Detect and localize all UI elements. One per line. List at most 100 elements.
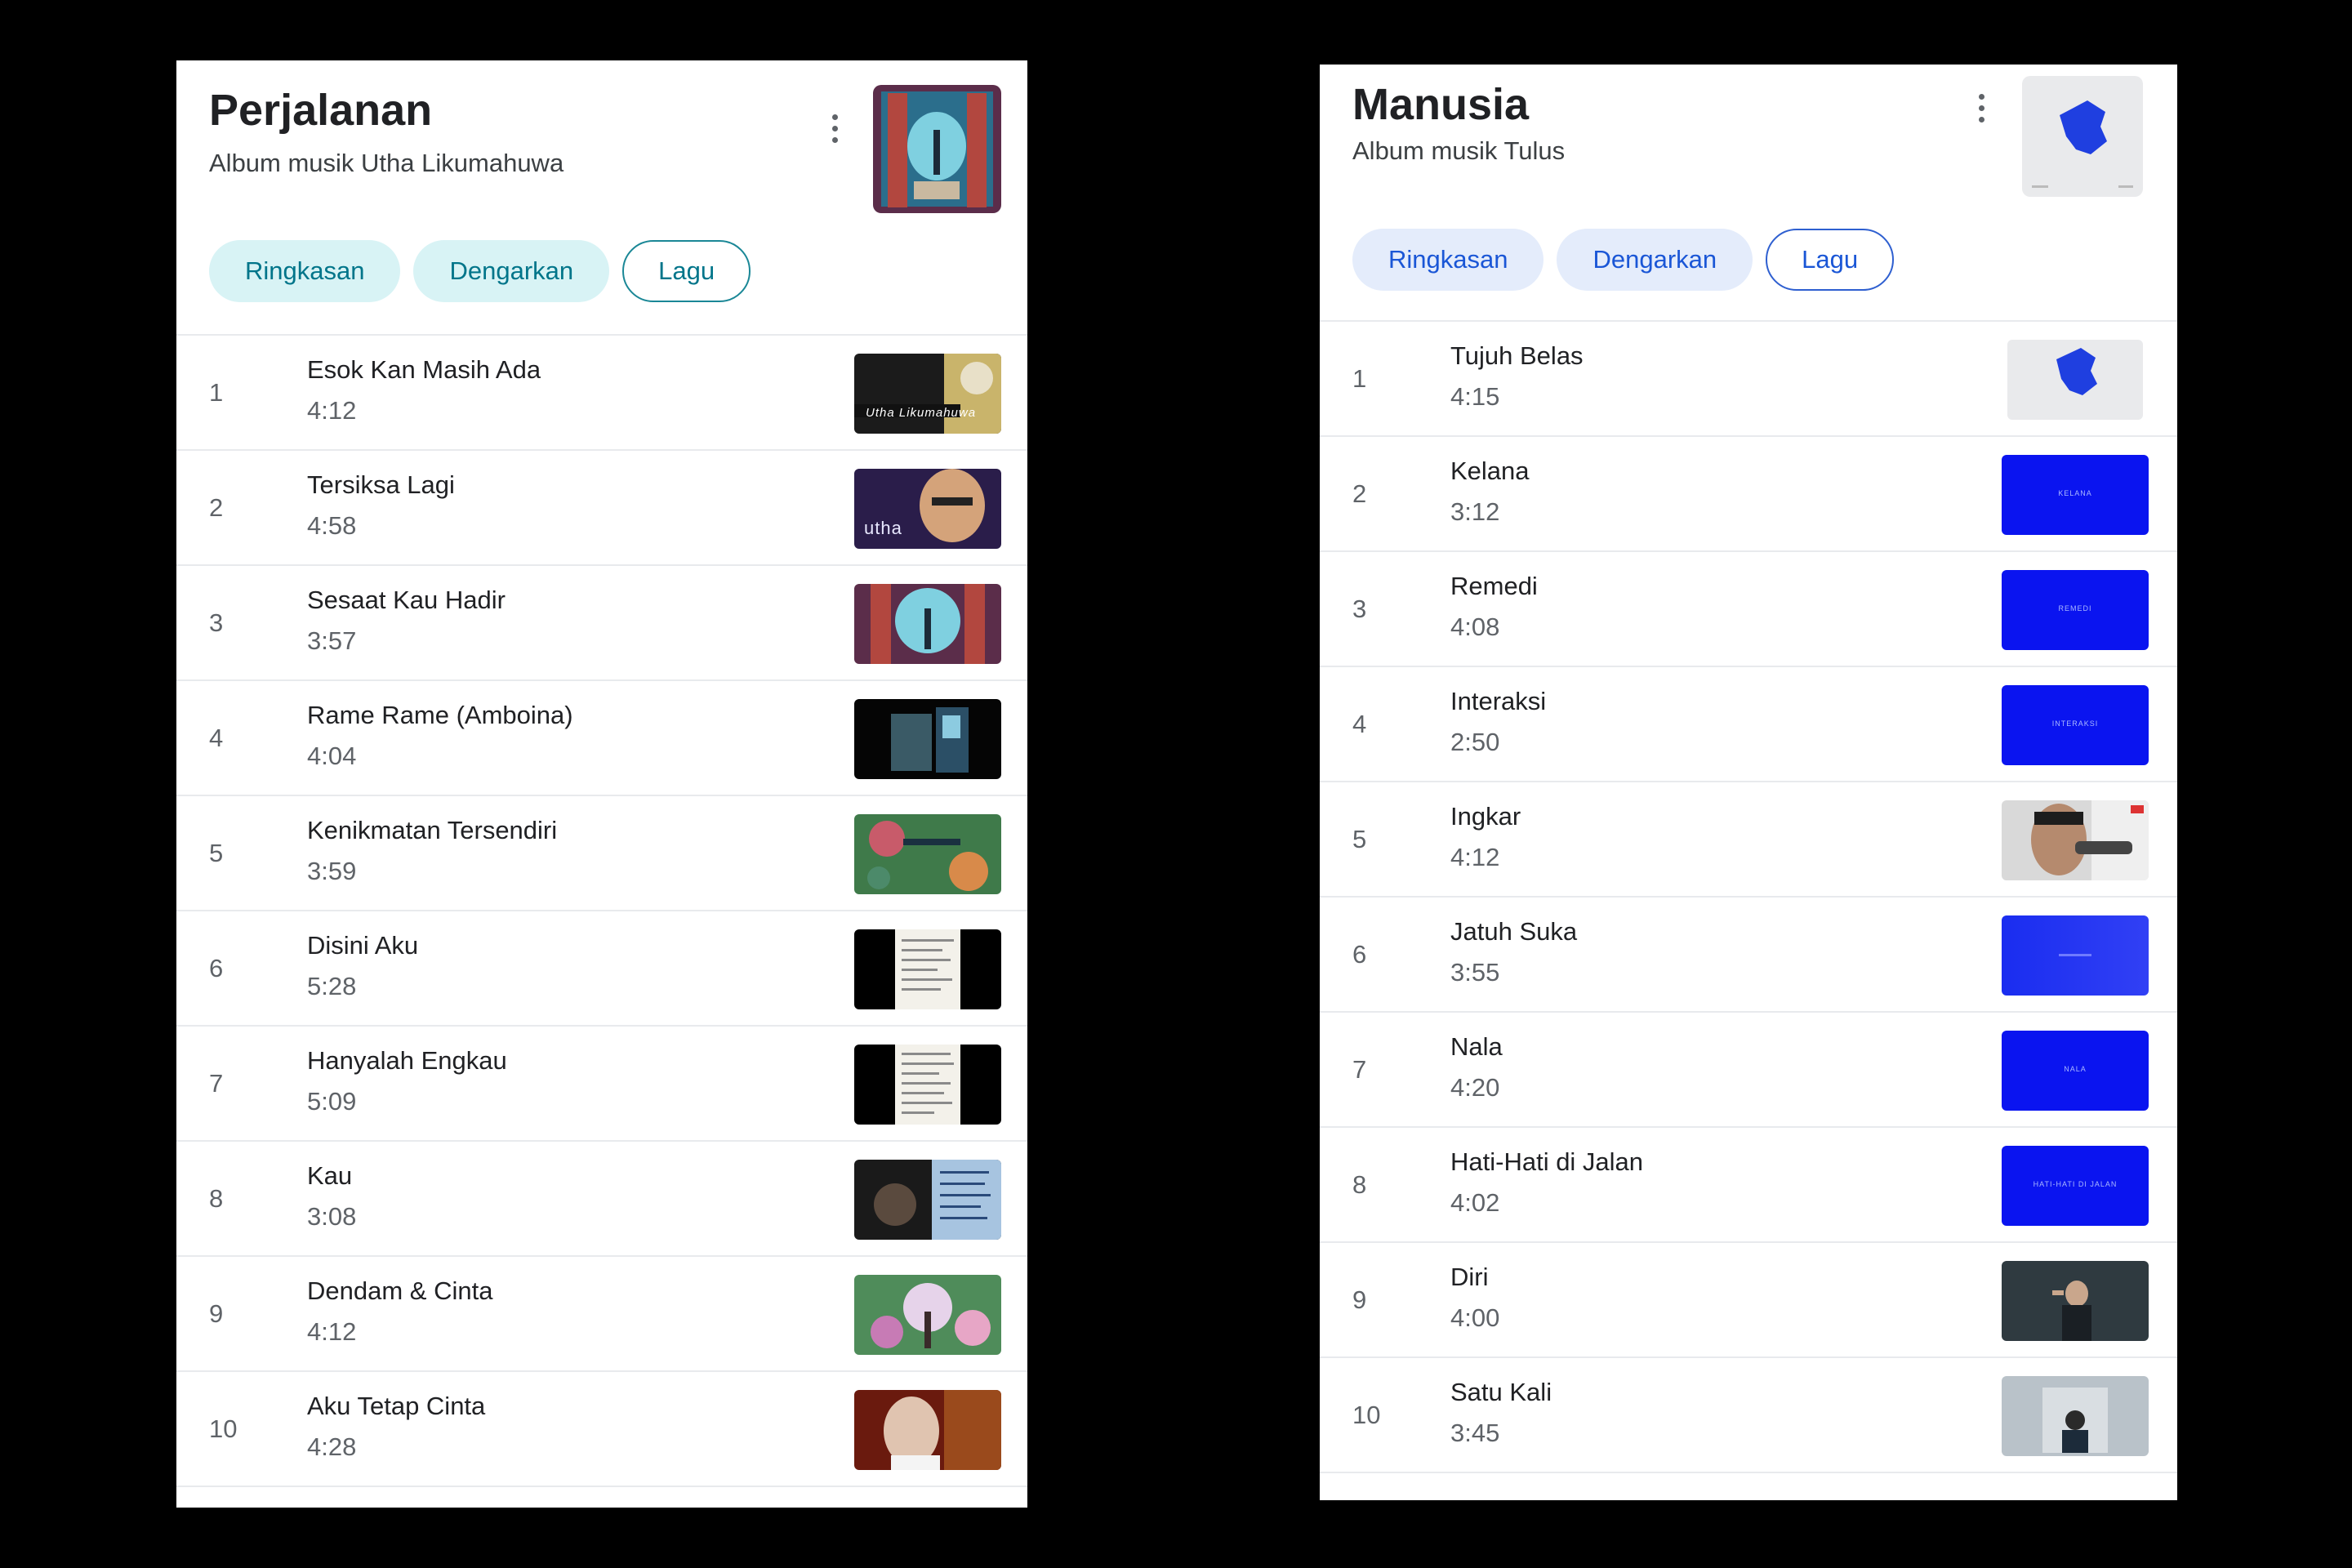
- track-duration: 4:12: [307, 396, 357, 425]
- album-title: Perjalanan: [209, 86, 433, 135]
- track-number: 10: [1352, 1400, 1381, 1429]
- track-row[interactable]: 4 Interaksi 2:50 INTERAKSI: [1320, 667, 2177, 782]
- track-row[interactable]: 2 Tersiksa Lagi 4:58 utha: [176, 451, 1027, 566]
- track-title: Interaksi: [1450, 687, 1547, 715]
- track-list: 1 Tujuh Belas 4:15 2 Kelana 3:12 KELANA …: [1320, 320, 2177, 1473]
- track-row[interactable]: 10 Satu Kali 3:45: [1320, 1358, 2177, 1473]
- track-number: 2: [1352, 479, 1367, 508]
- track-row[interactable]: 9 Dendam & Cinta 4:12: [176, 1257, 1027, 1372]
- track-title: Kelana: [1450, 457, 1530, 485]
- more-options-icon[interactable]: [818, 105, 851, 154]
- track-thumbnail[interactable]: [2002, 800, 2149, 880]
- track-title: Sesaat Kau Hadir: [307, 586, 506, 614]
- track-row[interactable]: 6 Disini Aku 5:28: [176, 911, 1027, 1027]
- chip-lagu[interactable]: Lagu: [1766, 229, 1895, 291]
- track-thumbnail[interactable]: REMEDI: [2002, 570, 2149, 650]
- track-title: Diri: [1450, 1263, 1489, 1291]
- track-thumbnail[interactable]: [854, 1275, 1001, 1355]
- track-thumbnail[interactable]: HATI-HATI DI JALAN: [2002, 1146, 2149, 1226]
- track-duration: 3:55: [1450, 958, 1500, 987]
- track-number: 8: [209, 1183, 224, 1213]
- track-row[interactable]: 7 Hanyalah Engkau 5:09: [176, 1027, 1027, 1142]
- track-thumbnail[interactable]: [2002, 1376, 2149, 1456]
- chip-lagu[interactable]: Lagu: [622, 240, 751, 302]
- track-title: Nala: [1450, 1032, 1503, 1061]
- chip-row: Ringkasan Dengarkan Lagu: [209, 240, 751, 302]
- track-title: Dendam & Cinta: [307, 1276, 493, 1305]
- track-duration: 3:59: [307, 857, 357, 885]
- track-row[interactable]: 5 Kenikmatan Tersendiri 3:59: [176, 796, 1027, 911]
- track-duration: 3:08: [307, 1202, 357, 1231]
- thumbnail-caption: Utha Likumahuwa: [866, 406, 977, 420]
- track-number: 4: [1352, 709, 1367, 738]
- chip-dengarkan[interactable]: Dengarkan: [413, 240, 610, 302]
- album-cover-image[interactable]: [873, 85, 1001, 213]
- track-row[interactable]: 1 Tujuh Belas 4:15: [1320, 322, 2177, 437]
- album-cover-image[interactable]: [2022, 76, 2143, 197]
- track-thumbnail[interactable]: [854, 814, 1001, 894]
- track-thumbnail[interactable]: [854, 699, 1001, 779]
- track-duration: 4:04: [307, 742, 357, 770]
- chip-ringkasan[interactable]: Ringkasan: [1352, 229, 1544, 291]
- track-thumbnail[interactable]: INTERAKSI: [2002, 685, 2149, 765]
- track-thumbnail[interactable]: [854, 584, 1001, 664]
- track-thumbnail[interactable]: Utha Likumahuwa: [854, 354, 1001, 434]
- thumbnail-caption: REMEDI: [2058, 604, 2092, 612]
- track-title: Kenikmatan Tersendiri: [307, 816, 558, 844]
- track-row[interactable]: 6 Jatuh Suka 3:55: [1320, 898, 2177, 1013]
- album-subtitle: Album musik Utha Likumahuwa: [209, 149, 564, 177]
- track-number: 6: [1352, 939, 1367, 969]
- track-row[interactable]: 5 Ingkar 4:12: [1320, 782, 2177, 898]
- track-thumbnail[interactable]: [2002, 1261, 2149, 1341]
- track-thumbnail[interactable]: [2002, 915, 2149, 996]
- track-row[interactable]: 3 Sesaat Kau Hadir 3:57: [176, 566, 1027, 681]
- track-number: 1: [1352, 363, 1367, 393]
- track-thumbnail[interactable]: [854, 1390, 1001, 1470]
- track-thumbnail[interactable]: [2007, 340, 2143, 420]
- track-row[interactable]: 1 Esok Kan Masih Ada 4:12 Utha Likumahuw…: [176, 336, 1027, 451]
- track-number: 3: [209, 608, 224, 637]
- more-options-icon[interactable]: [1965, 84, 1998, 133]
- track-duration: 3:45: [1450, 1419, 1500, 1447]
- track-thumbnail[interactable]: [854, 929, 1001, 1009]
- track-row[interactable]: 2 Kelana 3:12 KELANA: [1320, 437, 2177, 552]
- album-card-perjalanan: Perjalanan Album musik Utha Likumahuwa R…: [176, 60, 1027, 1508]
- track-row[interactable]: 9 Diri 4:00: [1320, 1243, 2177, 1358]
- track-row[interactable]: 3 Remedi 4:08 REMEDI: [1320, 552, 2177, 667]
- track-title: Ingkar: [1450, 802, 1521, 831]
- track-thumbnail[interactable]: NALA: [2002, 1031, 2149, 1111]
- chip-row: Ringkasan Dengarkan Lagu: [1352, 229, 1895, 291]
- album-header: Perjalanan Album musik Utha Likumahuwa R…: [176, 60, 1027, 334]
- chip-ringkasan[interactable]: Ringkasan: [209, 240, 401, 302]
- track-title: Remedi: [1450, 572, 1538, 600]
- album-subtitle: Album musik Tulus: [1352, 136, 1566, 165]
- track-duration: 4:15: [1450, 382, 1500, 411]
- track-row[interactable]: 8 Hati-Hati di Jalan 4:02 HATI-HATI DI J…: [1320, 1128, 2177, 1243]
- track-row[interactable]: 10 Aku Tetap Cinta 4:28: [176, 1372, 1027, 1487]
- track-duration: 4:12: [1450, 843, 1500, 871]
- track-row[interactable]: 8 Kau 3:08: [176, 1142, 1027, 1257]
- track-title: Disini Aku: [307, 931, 419, 960]
- track-row[interactable]: 4 Rame Rame (Amboina) 4:04: [176, 681, 1027, 796]
- track-thumbnail[interactable]: KELANA: [2002, 455, 2149, 535]
- track-title: Hati-Hati di Jalan: [1450, 1147, 1644, 1176]
- track-row[interactable]: 7 Nala 4:20 NALA: [1320, 1013, 2177, 1128]
- track-duration: 5:09: [307, 1087, 357, 1116]
- track-duration: 4:28: [307, 1432, 357, 1461]
- track-number: 2: [209, 492, 224, 522]
- thumbnail-caption: utha: [864, 518, 902, 538]
- thumbnail-caption: HATI-HATI DI JALAN: [2033, 1180, 2118, 1188]
- album-header: Manusia Album musik Tulus Ringkasan Deng…: [1320, 65, 2177, 323]
- track-thumbnail[interactable]: [854, 1160, 1001, 1240]
- track-number: 9: [1352, 1285, 1367, 1314]
- thumbnail-caption: NALA: [2064, 1065, 2087, 1073]
- track-duration: 4:58: [307, 511, 357, 540]
- track-thumbnail[interactable]: [854, 1045, 1001, 1125]
- track-thumbnail[interactable]: utha: [854, 469, 1001, 549]
- track-duration: 4:12: [307, 1317, 357, 1346]
- album-title: Manusia: [1352, 80, 1530, 129]
- track-duration: 4:20: [1450, 1073, 1500, 1102]
- track-title: Aku Tetap Cinta: [307, 1392, 486, 1420]
- track-title: Esok Kan Masih Ada: [307, 355, 541, 384]
- chip-dengarkan[interactable]: Dengarkan: [1557, 229, 1753, 291]
